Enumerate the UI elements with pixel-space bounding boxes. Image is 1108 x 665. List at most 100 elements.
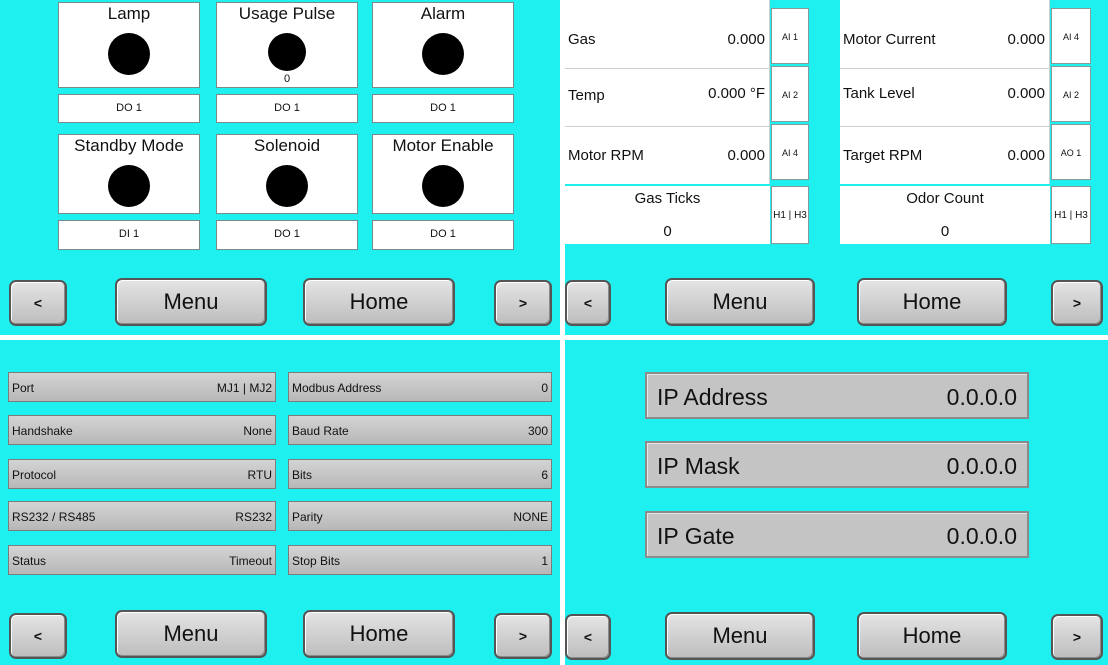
value-row: Target RPM 0.000 [840, 126, 1050, 184]
indicator-light [266, 165, 308, 207]
setting-value: RTU [247, 468, 272, 482]
panel-serial-settings: Port MJ1 | MJ2 Handshake None Protocol R… [0, 340, 560, 665]
indicator-light [422, 33, 464, 75]
next-button[interactable]: > [1051, 614, 1103, 660]
ticks-value: 0 [940, 223, 950, 240]
setting-label: Modbus Address [292, 381, 382, 395]
odor-count-box: Odor Count 0 [840, 186, 1050, 244]
channel-tag: H1 | H3 [1051, 186, 1091, 244]
setting-row-handshake[interactable]: Handshake None [8, 415, 276, 445]
value-label: Gas [568, 31, 596, 48]
setting-row-modbus-address[interactable]: Modbus Address 0 [288, 372, 552, 402]
channel-tag: AI 2 [771, 66, 809, 122]
setting-value: None [243, 424, 272, 438]
ip-address-value: 0.0.0.0 [946, 384, 1017, 410]
setting-row-port[interactable]: Port MJ1 | MJ2 [8, 372, 276, 402]
setting-label: Stop Bits [292, 554, 341, 568]
ip-gate-label: IP Gate [657, 523, 735, 549]
setting-row-interface[interactable]: RS232 / RS485 RS232 [8, 501, 276, 531]
menu-button[interactable]: Menu [115, 278, 267, 326]
menu-button[interactable]: Menu [665, 612, 815, 660]
setting-label: Port [12, 381, 35, 395]
panel-network-settings: IP Address 0.0.0.0 IP Mask 0.0.0.0 IP Ga… [565, 340, 1108, 665]
indicator-motor-enable: Motor Enable [372, 134, 514, 214]
prev-button[interactable]: < [9, 613, 67, 659]
value-reading: 0.000 [1007, 85, 1045, 102]
ip-address-row[interactable]: IP Address 0.0.0.0 [645, 372, 1029, 419]
value-row: Motor Current 0.000 [840, 0, 1050, 68]
indicator-light [422, 165, 464, 207]
channel-tag: AI 4 [771, 124, 809, 180]
setting-value: 0 [541, 381, 548, 395]
prev-button[interactable]: < [565, 614, 611, 660]
setting-value: Timeout [229, 554, 272, 568]
indicator-title: Alarm [420, 4, 466, 23]
indicator-title: Lamp [107, 4, 151, 23]
home-button[interactable]: Home [857, 278, 1007, 326]
channel-tag: H1 | H3 [771, 186, 809, 244]
home-button[interactable]: Home [303, 278, 455, 326]
ip-mask-row[interactable]: IP Mask 0.0.0.0 [645, 441, 1029, 488]
setting-row-parity[interactable]: Parity NONE [288, 501, 552, 531]
indicator-title: Standby Mode [74, 136, 184, 155]
value-row: Temp 0.000 °F [565, 68, 770, 126]
value-label: Temp [568, 87, 605, 104]
value-reading: 0.000 [727, 147, 765, 164]
indicator-title: Motor Enable [392, 136, 494, 155]
ip-gate-value: 0.0.0.0 [946, 523, 1017, 549]
setting-label: Parity [292, 510, 323, 524]
ticks-label: Gas Ticks [634, 190, 701, 207]
setting-value: RS232 [235, 510, 272, 524]
ip-mask-label: IP Mask [657, 453, 740, 479]
setting-row-protocol[interactable]: Protocol RTU [8, 459, 276, 489]
next-button[interactable]: > [1051, 280, 1103, 326]
indicator-title: Solenoid [253, 136, 321, 155]
value-label: Tank Level [843, 85, 915, 102]
ticks-label: Odor Count [906, 190, 984, 207]
home-button[interactable]: Home [857, 612, 1007, 660]
indicator-alarm: Alarm [372, 2, 514, 88]
setting-label: Status [12, 554, 47, 568]
indicator-channel: DO 1 [372, 220, 514, 250]
indicator-title: Usage Pulse [238, 4, 336, 23]
value-row: Tank Level 0.000 [840, 68, 1050, 126]
indicator-channel: DO 1 [216, 220, 358, 250]
menu-button[interactable]: Menu [665, 278, 815, 326]
indicator-usage-pulse: Usage Pulse 0 [216, 2, 358, 88]
setting-row-bits[interactable]: Bits 6 [288, 459, 552, 489]
setting-label: RS232 / RS485 [12, 510, 96, 524]
menu-button[interactable]: Menu [115, 610, 267, 658]
value-reading: 0.000 [1007, 147, 1045, 164]
panel-analog-values: Gas 0.000 AI 1 Temp 0.000 °F AI 2 Motor … [565, 0, 1108, 335]
value-row: Motor RPM 0.000 [565, 126, 770, 184]
next-button[interactable]: > [494, 280, 552, 326]
ticks-value: 0 [663, 223, 672, 240]
setting-row-status[interactable]: Status Timeout [8, 545, 276, 575]
setting-value: NONE [513, 510, 548, 524]
prev-button[interactable]: < [565, 280, 611, 326]
setting-row-stop-bits[interactable]: Stop Bits 1 [288, 545, 552, 575]
setting-value: 300 [527, 424, 548, 438]
setting-row-baud-rate[interactable]: Baud Rate 300 [288, 415, 552, 445]
home-button[interactable]: Home [303, 610, 455, 658]
next-button[interactable]: > [494, 613, 552, 659]
setting-label: Handshake [12, 424, 73, 438]
ip-address-label: IP Address [657, 384, 768, 410]
setting-value: MJ1 | MJ2 [216, 381, 272, 395]
indicator-solenoid: Solenoid [216, 134, 358, 214]
indicator-light [108, 165, 150, 207]
ip-mask-value: 0.0.0.0 [946, 453, 1017, 479]
indicator-channel: DO 1 [372, 94, 514, 123]
setting-label: Baud Rate [292, 424, 349, 438]
value-reading: 0.000 [727, 31, 765, 48]
gas-ticks-box: Gas Ticks 0 [565, 186, 770, 244]
value-label: Motor Current [843, 31, 936, 48]
value-reading: 0.000 [1007, 31, 1045, 48]
channel-tag: AO 1 [1051, 124, 1091, 180]
channel-tag: AI 2 [1051, 66, 1091, 122]
prev-button[interactable]: < [9, 280, 67, 326]
indicator-lamp: Lamp [58, 2, 200, 88]
ip-gate-row[interactable]: IP Gate 0.0.0.0 [645, 511, 1029, 558]
value-label: Motor RPM [568, 147, 644, 164]
indicator-light [108, 33, 150, 75]
